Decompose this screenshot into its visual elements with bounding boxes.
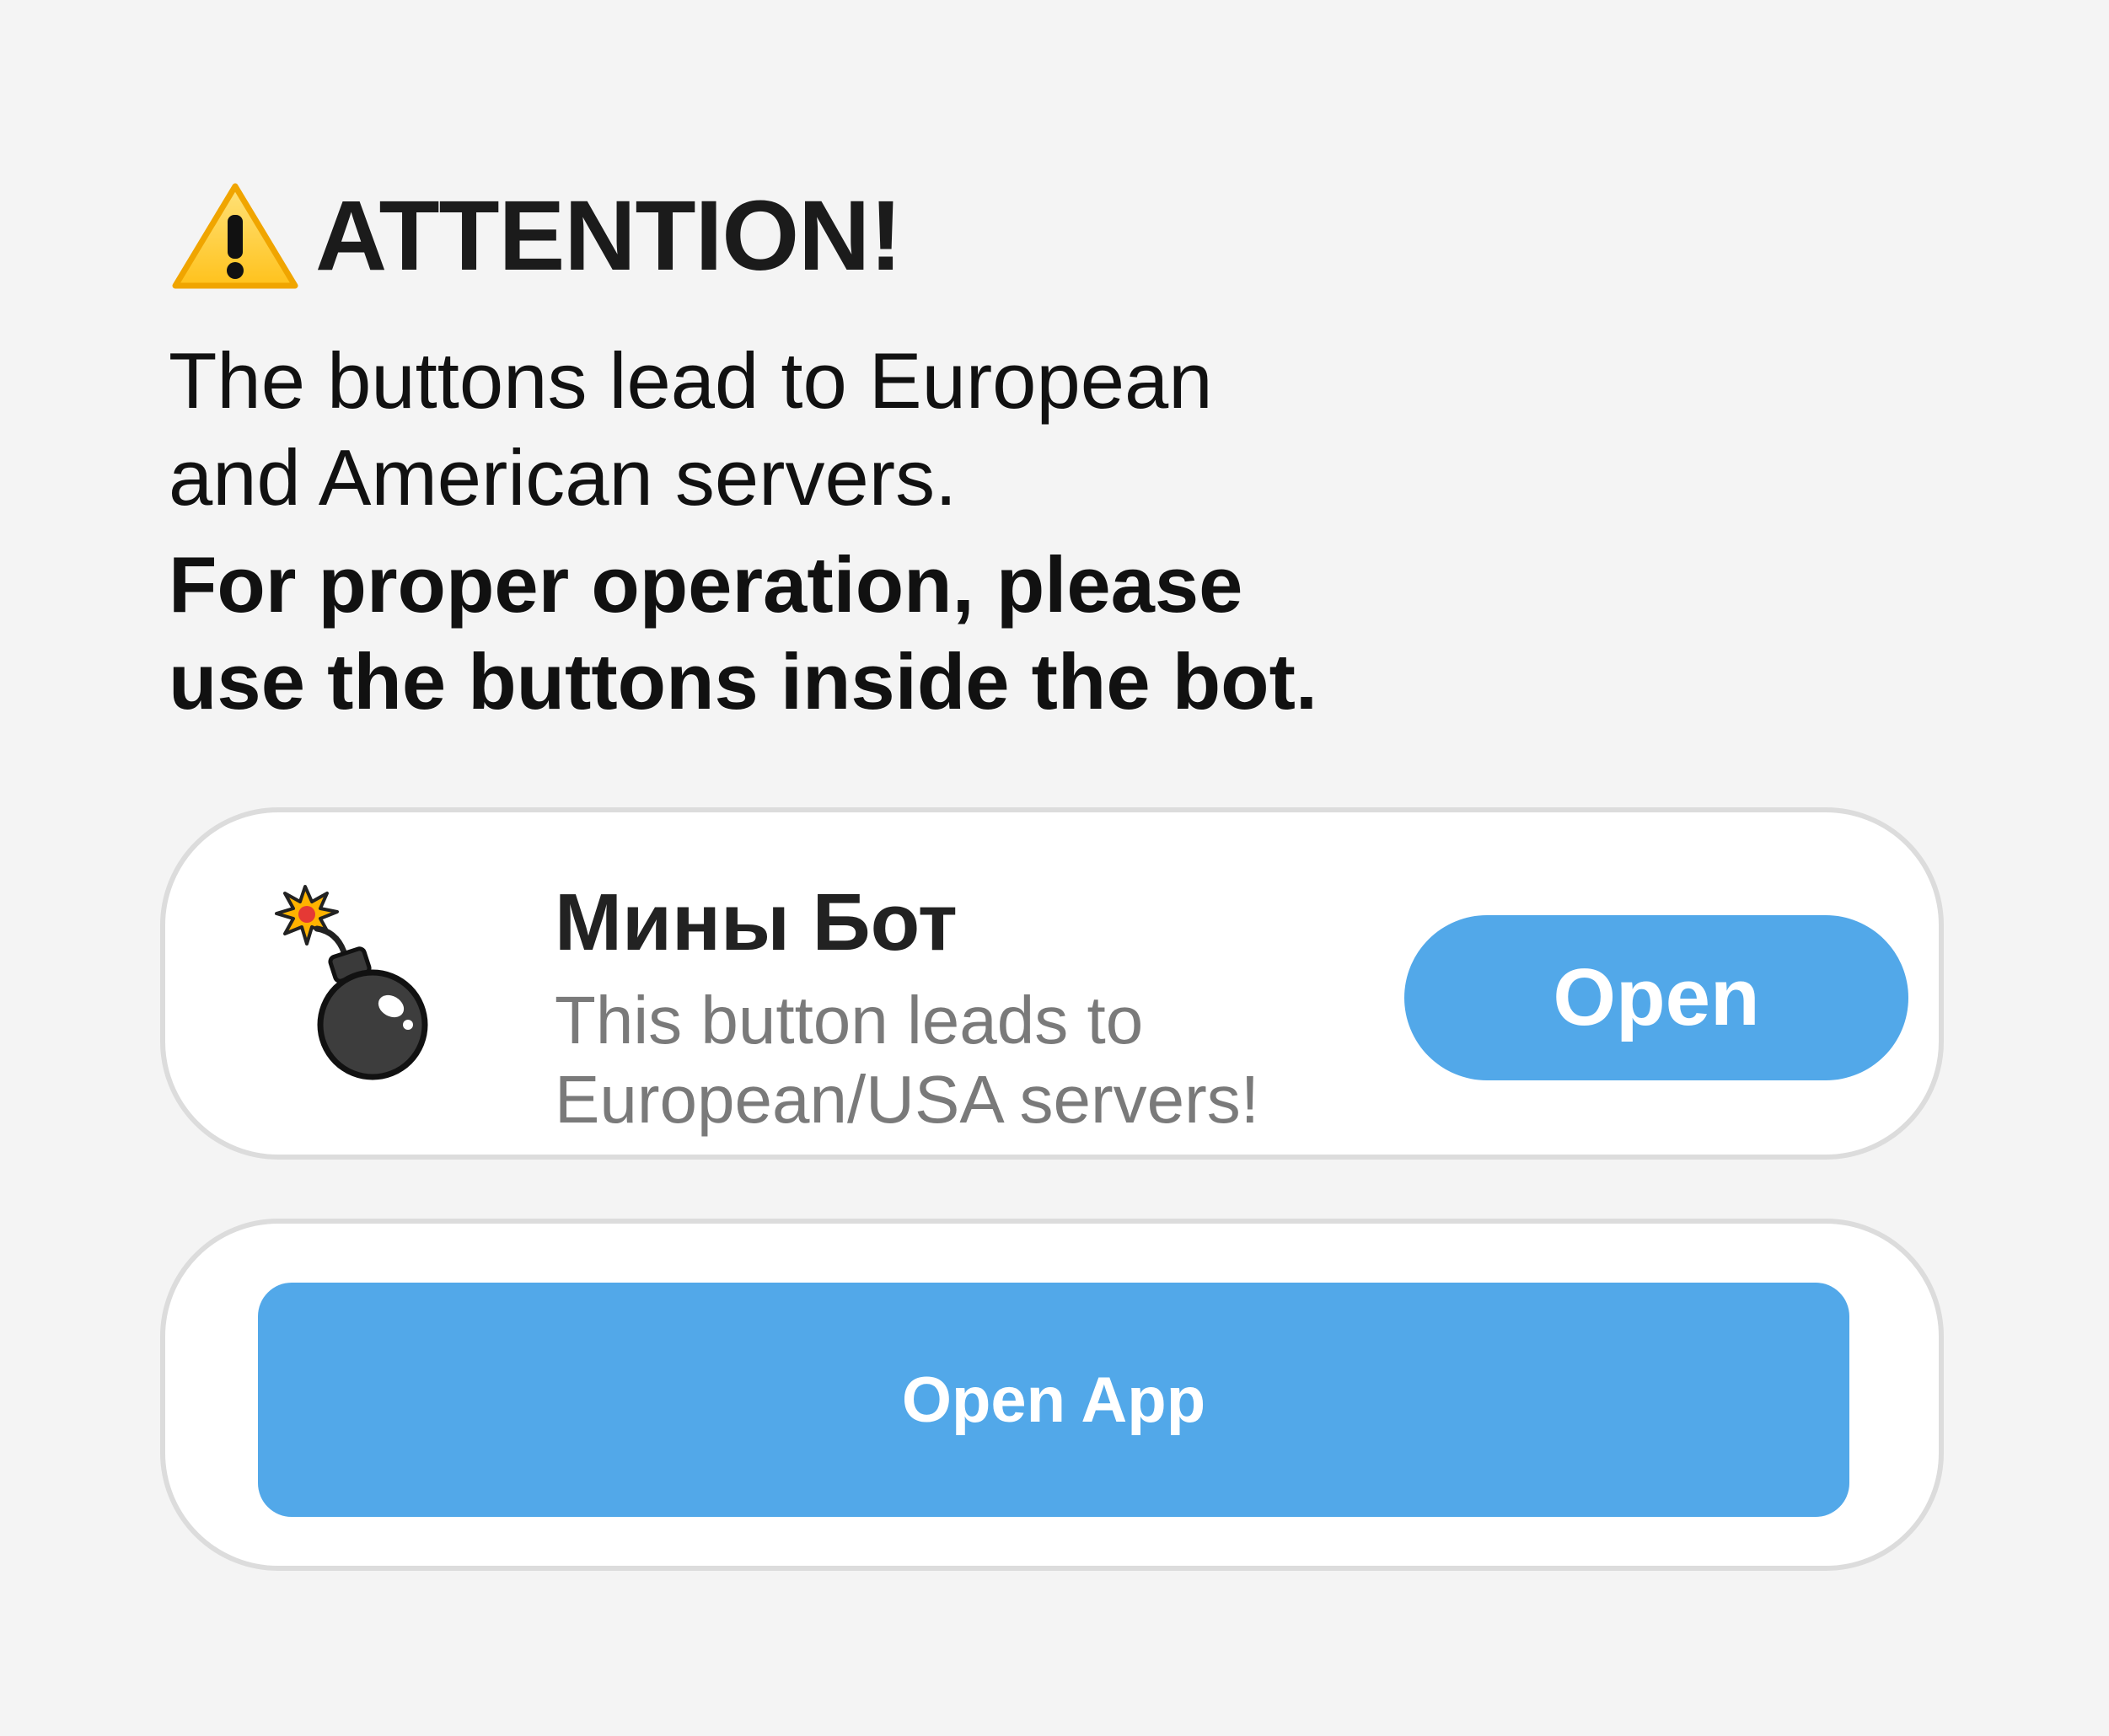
bot-name: Мины Бот <box>555 877 958 967</box>
notice-text-line: The buttons lead to European <box>169 336 1213 425</box>
notice-text-line: and American servers. <box>169 433 958 522</box>
bot-card: Мины Бот This button leads to European/U… <box>160 807 1944 1160</box>
notice-title: ATTENTION! <box>315 180 903 292</box>
open-app-button[interactable]: Open App <box>258 1283 1849 1517</box>
bot-description-line: European/USA servers! <box>555 1062 1259 1137</box>
bot-description-line: This button leads to <box>555 983 1144 1058</box>
warning-icon <box>172 183 298 289</box>
open-app-card: Open App <box>160 1219 1944 1571</box>
bot-description: This button leads to European/USA server… <box>555 981 1259 1139</box>
notice-strong-text: For proper operation, please use the but… <box>169 536 1433 730</box>
notice-strong-line: use the buttons inside the bot. <box>169 637 1317 726</box>
attention-notice: ATTENTION! The buttons lead to European … <box>169 177 1433 730</box>
bomb-icon <box>275 885 428 1080</box>
notice-text: The buttons lead to European and America… <box>169 332 1433 526</box>
notice-strong-line: For proper operation, please <box>169 540 1243 629</box>
open-button[interactable]: Open <box>1404 915 1908 1080</box>
notice-header: ATTENTION! <box>169 177 1433 295</box>
